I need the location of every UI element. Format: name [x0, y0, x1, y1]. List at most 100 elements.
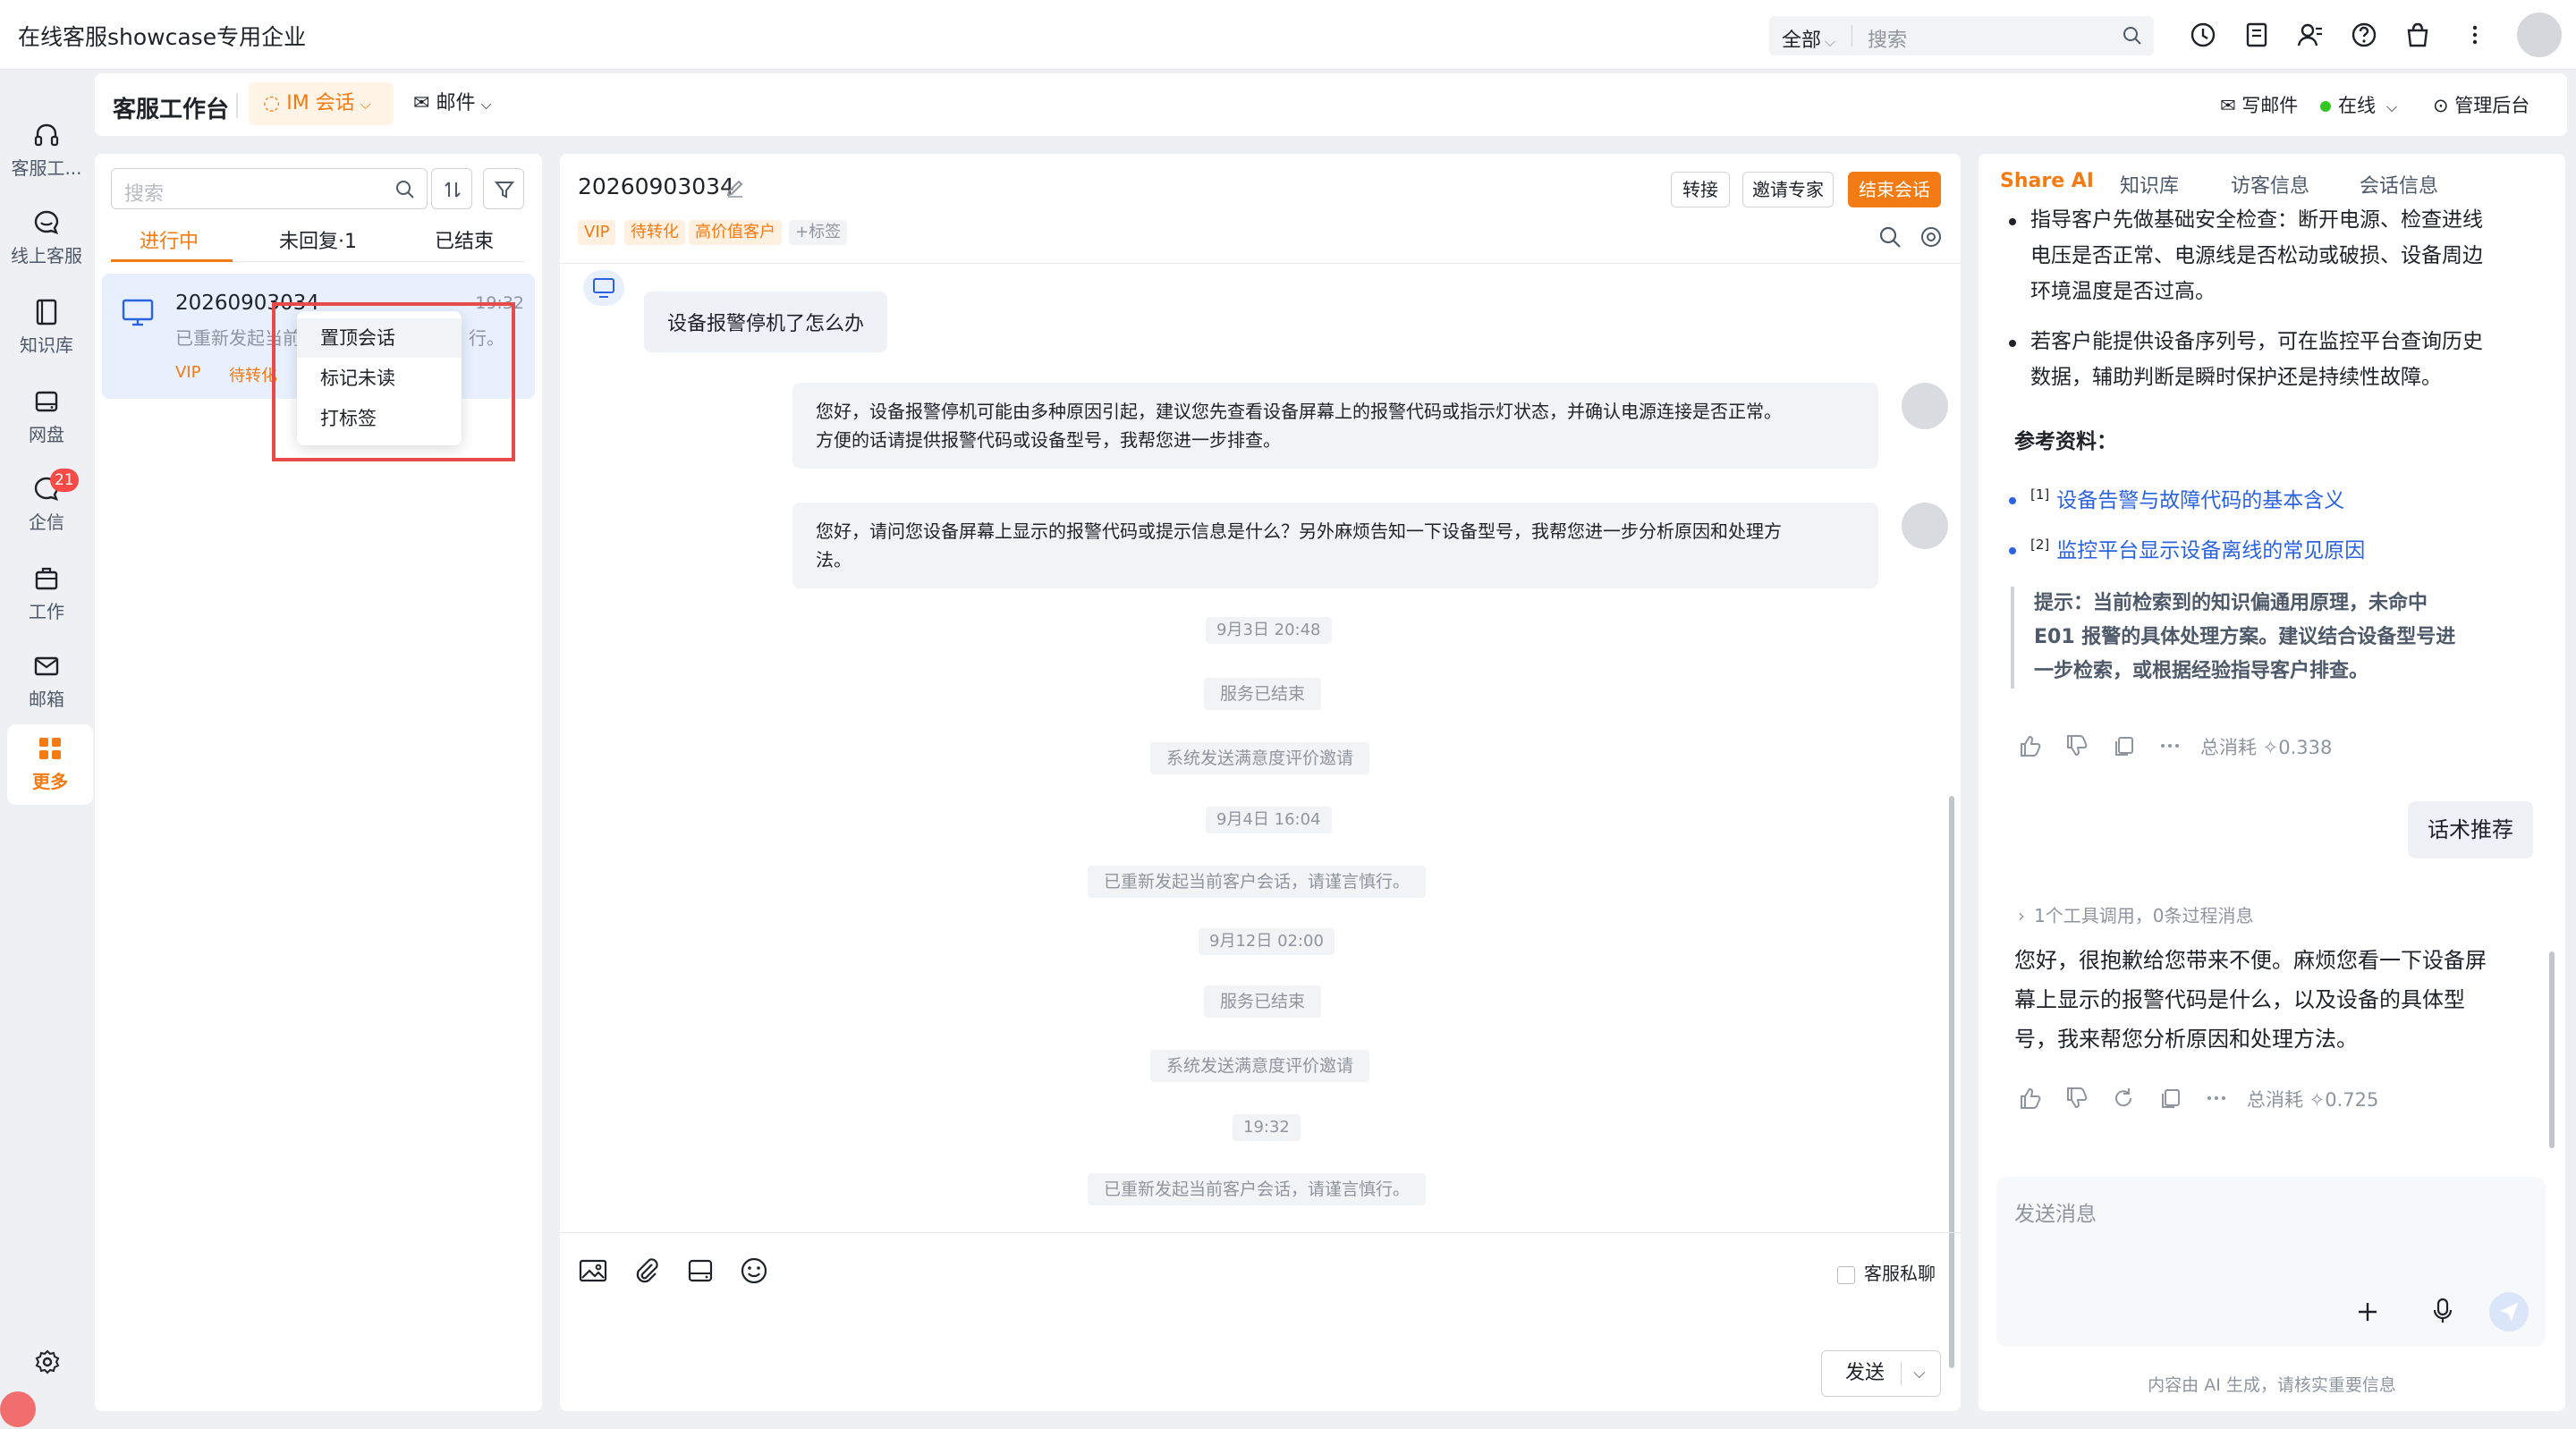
drive-icon[interactable] [685, 1256, 716, 1286]
tab-label: 邮件 [436, 92, 476, 114]
customer-message: 设备报警停机了怎么办 [644, 292, 888, 352]
customer-avatar-icon [583, 270, 624, 306]
tab-session-info[interactable]: 会话信息 [2360, 170, 2438, 199]
global-search[interactable]: 全部 ⌵ 搜索 [1769, 16, 2154, 55]
status-select[interactable]: 在线 ⌵ [2320, 91, 2397, 118]
thumbs-down-icon[interactable] [2064, 733, 2089, 758]
nav-item-knowledge-base[interactable]: 知识库 [0, 288, 93, 368]
nav-item-mailbox[interactable]: 邮箱 [0, 642, 93, 723]
text-line: 数据，辅助判断是瞬时保护还是持续性故障。 [2030, 366, 2442, 389]
agent-message: 您好，设备报警停机可能由多种原因引起，建议您先查看设备屏幕上的报警代码或指示灯状… [792, 383, 1878, 469]
write-mail-button[interactable]: ✉ 写邮件 [2220, 91, 2298, 118]
search-icon[interactable] [1878, 225, 1902, 249]
tab-in-progress[interactable]: 进行中 [140, 225, 199, 254]
bullet [2009, 497, 2016, 504]
text-line: 若客户能提供设备序列号，可在监控平台查询历史 [2030, 330, 2483, 353]
nav-item-cloud-drive[interactable]: 网盘 [0, 377, 93, 458]
private-chat-checkbox[interactable] [1837, 1265, 1855, 1284]
more-horizontal-icon[interactable] [2204, 1086, 2229, 1111]
nav-label: 线上客服 [11, 245, 82, 266]
end-session-button[interactable]: 结束会话 [1848, 172, 1941, 207]
tool-call-summary[interactable]: › 1个工具调用，0条过程消息 [2018, 901, 2253, 927]
desktop-channel-icon [122, 299, 154, 326]
settings-gear-icon[interactable] [34, 1349, 61, 1375]
thumbs-down-icon[interactable] [2064, 1086, 2089, 1111]
book-icon [36, 299, 57, 326]
nav-item-service-workbench[interactable]: 客服工... [0, 111, 93, 191]
reference-text: 监控平台显示设备离线的常见原因 [2056, 539, 2366, 562]
user-avatar[interactable] [2517, 13, 2562, 57]
write-mail-label: 写邮件 [2241, 95, 2299, 116]
divider [560, 263, 1961, 264]
agent-message-line: 法。 [816, 549, 852, 571]
edit-pencil-icon[interactable] [724, 177, 746, 199]
plus-icon[interactable] [2354, 1298, 2381, 1325]
tab-share-ai[interactable]: Share AI [2000, 170, 2094, 192]
send-button[interactable]: 发送 ⌵ [1821, 1350, 1941, 1397]
reference-number: [2] [2030, 537, 2050, 554]
thumbs-up-icon[interactable] [2018, 1086, 2043, 1111]
add-tag-button[interactable]: +标签 [789, 220, 848, 245]
thumbs-up-icon[interactable] [2018, 733, 2043, 758]
attachment-icon[interactable] [631, 1256, 662, 1286]
reference-link[interactable]: [2] 监控平台显示设备离线的常见原因 [2030, 533, 2365, 563]
tab-mail[interactable]: ✉ 邮件 ⌵ [413, 84, 492, 123]
sort-button[interactable] [431, 168, 472, 209]
nav-item-work[interactable]: 工作 [0, 554, 93, 635]
nav-item-messenger[interactable]: 企信 21 [0, 465, 93, 545]
tab-label: IM 会话 [286, 92, 355, 114]
tab-knowledge[interactable]: 知识库 [2120, 170, 2179, 199]
nav-item-more[interactable]: 更多 [7, 724, 93, 805]
filter-button[interactable] [483, 168, 524, 209]
settings-icon[interactable] [1919, 225, 1943, 249]
agent-message-line: 您好，请问您设备屏幕上显示的报警代码或提示信息是什么？另外麻烦告知一下设备型号，… [816, 520, 1782, 542]
private-chat-toggle[interactable]: 客服私聊 [1837, 1259, 1936, 1285]
admin-console-link[interactable]: ⊙ 管理后台 [2433, 91, 2529, 118]
ai-scrollbar[interactable] [2549, 951, 2555, 1148]
nav-label: 客服工... [11, 157, 82, 179]
reference-number: [1] [2030, 486, 2050, 503]
text-line: 号，我来帮您分析原因和处理方法。 [2014, 1027, 2358, 1052]
left-nav: 客服工... 线上客服 知识库 网盘 企信 21 工作 邮箱 更多 [0, 70, 93, 1429]
admin-label: 管理后台 [2454, 95, 2530, 116]
invite-expert-button[interactable]: 邀请专家 [1742, 172, 1834, 207]
nav-item-online-service[interactable]: 线上客服 [0, 199, 93, 279]
transfer-button[interactable]: 转接 [1671, 172, 1730, 207]
chat-panel: 20260903034 VIP 待转化 高价值客户 +标签 转接 邀请专家 结束… [560, 154, 1961, 1411]
image-icon[interactable] [578, 1256, 608, 1286]
timestamp: 9月4日 16:04 [1206, 807, 1332, 833]
search-input[interactable]: 搜索 [1868, 24, 1907, 53]
microphone-icon[interactable] [2429, 1297, 2456, 1325]
search-scope-select[interactable]: 全部 ⌵ [1782, 24, 1835, 53]
send-icon[interactable] [2488, 1291, 2529, 1332]
bullet [2009, 218, 2016, 225]
tab-ended[interactable]: 已结束 [435, 225, 494, 254]
help-icon[interactable] [2349, 20, 2379, 50]
assistant-float-button[interactable] [0, 1391, 36, 1427]
tab-visitor-info[interactable]: 访客信息 [2231, 170, 2309, 199]
chat-small-icon: ◌ [263, 92, 287, 114]
emoji-icon[interactable] [739, 1256, 769, 1286]
shopping-bag-icon[interactable] [2402, 20, 2433, 50]
tab-im-session[interactable]: ◌ IM 会话 ⌵ [249, 82, 394, 125]
conversation-search-input[interactable]: 搜索 [111, 168, 428, 209]
copy-icon[interactable] [2157, 1086, 2182, 1111]
user-prompt-bubble: 话术推荐 [2408, 801, 2533, 858]
document-icon[interactable] [2241, 20, 2272, 50]
chevron-down-icon: ⌵ [2386, 98, 2398, 115]
chat-scrollbar[interactable] [1949, 796, 1954, 1368]
search-icon[interactable] [2122, 25, 2143, 47]
reference-link[interactable]: [1] 设备告警与故障代码的基本含义 [2030, 483, 2344, 513]
tab-unreplied[interactable]: 未回复·1 [279, 225, 357, 254]
refresh-icon[interactable] [2111, 1086, 2136, 1111]
more-horizontal-icon[interactable] [2157, 733, 2182, 758]
divider [560, 1232, 1961, 1233]
history-icon[interactable] [2188, 20, 2218, 50]
contacts-icon[interactable] [2295, 20, 2326, 50]
chevron-down-icon[interactable]: ⌵ [1913, 1351, 1926, 1396]
ai-message-input[interactable]: 发送消息 [1996, 1177, 2546, 1347]
chevron-down-icon: ⌵ [480, 96, 492, 113]
more-vertical-icon[interactable] [2460, 20, 2490, 50]
bullet [2009, 340, 2016, 347]
copy-icon[interactable] [2111, 733, 2136, 758]
